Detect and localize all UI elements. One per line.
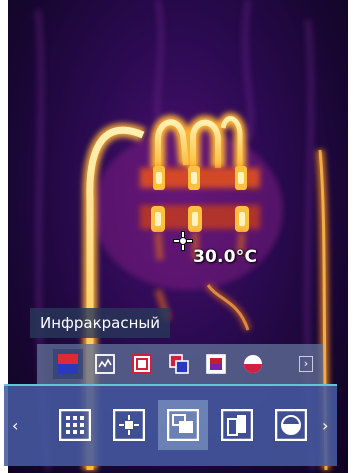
palette-overlap-button[interactable] (164, 349, 194, 379)
fusion-view-button[interactable] (266, 400, 316, 450)
palette-name-label: Инфракрасный (30, 308, 170, 338)
palette-red-frame-button[interactable] (127, 349, 157, 379)
center-spot-view-button[interactable] (104, 400, 154, 450)
grid-view-button[interactable] (50, 400, 100, 450)
half-circle-icon (275, 409, 307, 441)
palette-ironbow-button[interactable] (53, 349, 83, 379)
palette-graph-button[interactable] (90, 349, 120, 379)
picture-in-picture-view-button[interactable] (158, 400, 208, 450)
split-view-icon (221, 409, 253, 441)
chevron-right-icon[interactable]: › (299, 356, 313, 372)
red-frame-palette-icon (132, 354, 152, 374)
palette-half-circle-button[interactable] (238, 349, 268, 379)
ironbow-palette-icon (58, 354, 78, 374)
picture-in-picture-icon (167, 409, 199, 441)
center-spot-icon (113, 409, 145, 441)
overlap-palette-icon (169, 354, 189, 374)
temperature-readout: 30.0°C (193, 247, 258, 267)
previous-arrow-button[interactable]: ‹ (12, 416, 18, 435)
grid-icon (59, 409, 91, 441)
graph-palette-icon (95, 354, 115, 374)
view-mode-bar: ‹ › (4, 384, 337, 466)
split-view-button[interactable] (212, 400, 262, 450)
crosshair-icon (173, 231, 193, 251)
palette-bar: › (37, 344, 323, 384)
rainbow-palette-icon (206, 354, 226, 374)
next-arrow-button[interactable]: › (322, 416, 328, 435)
half-circle-palette-icon (244, 355, 262, 373)
palette-rainbow-button[interactable] (201, 349, 231, 379)
